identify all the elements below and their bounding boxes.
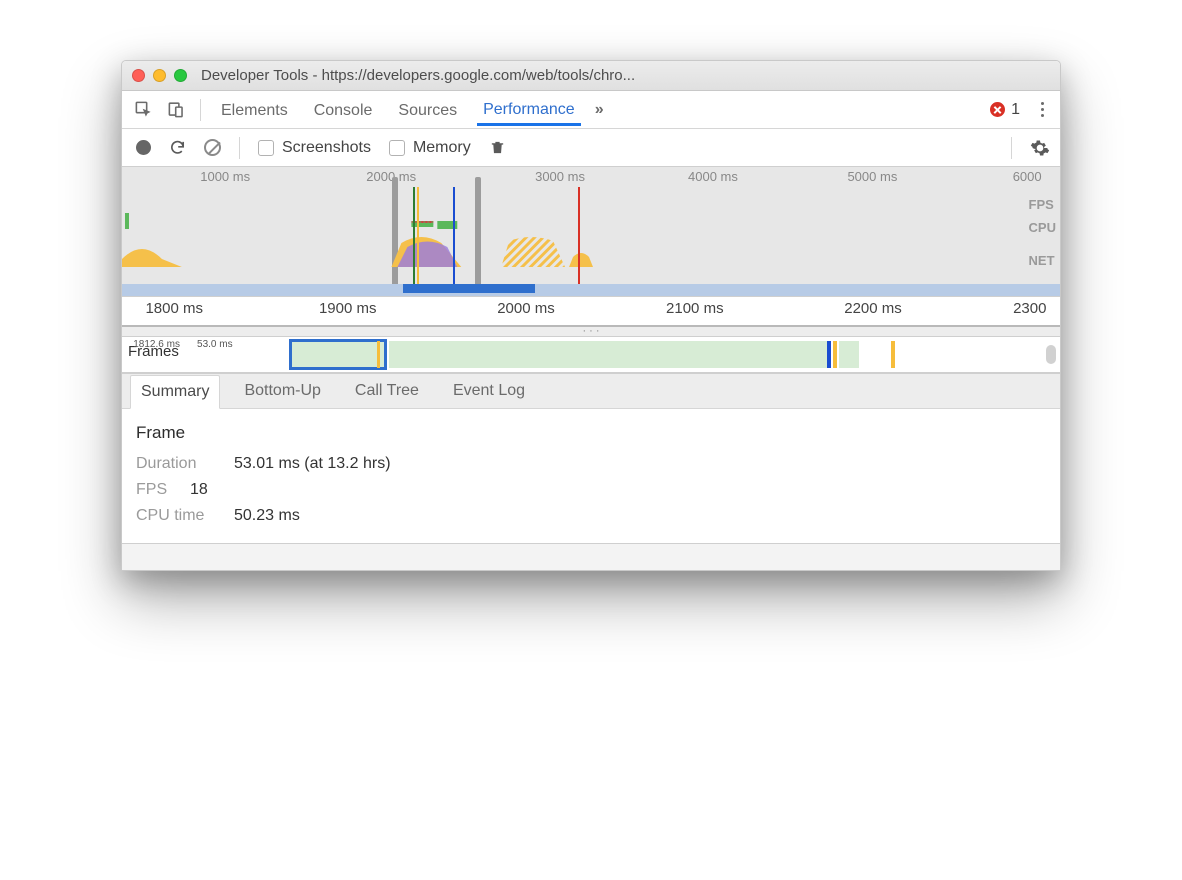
frame-time-label: 53.0 ms — [197, 339, 233, 350]
range-handle-left[interactable] — [392, 177, 398, 286]
devtools-menu-button[interactable] — [1034, 102, 1050, 117]
detail-row: CPU time 50.23 ms — [136, 507, 1046, 525]
summary-pane: Frame Duration 53.01 ms (at 13.2 hrs) FP… — [122, 409, 1060, 544]
error-count-badge[interactable]: 1 — [990, 101, 1020, 119]
ruler-tick: 2000 ms — [497, 300, 555, 317]
ruler-tick: 1800 ms — [145, 300, 203, 317]
separator — [1011, 137, 1012, 159]
row-resize-handle[interactable]: · · · — [122, 327, 1060, 337]
clear-button[interactable] — [204, 139, 221, 156]
tab-elements[interactable]: Elements — [215, 94, 294, 126]
minimize-window-button[interactable] — [153, 69, 166, 82]
traffic-lights — [132, 69, 187, 82]
frame-chip — [833, 341, 837, 368]
ov-tick: 3000 ms — [535, 169, 585, 184]
ov-tick: 4000 ms — [688, 169, 738, 184]
overview-fps-lane — [122, 197, 1060, 231]
frame-block[interactable] — [839, 341, 860, 368]
detail-title: Frame — [136, 423, 1046, 443]
ov-tick: 6000 — [1013, 169, 1042, 184]
detail-key: CPU time — [136, 507, 220, 525]
separator — [200, 99, 201, 121]
screenshots-checkbox[interactable]: Screenshots — [258, 139, 371, 157]
marker-line — [453, 187, 455, 286]
window-titlebar: Developer Tools - https://developers.goo… — [122, 61, 1060, 91]
ruler-tick: 1900 ms — [319, 300, 377, 317]
screenshots-label: Screenshots — [282, 139, 371, 157]
frame-chip — [377, 341, 380, 368]
more-tabs-button[interactable]: » — [595, 101, 604, 119]
marker-line — [578, 187, 580, 286]
error-icon — [990, 102, 1005, 117]
record-button[interactable] — [136, 140, 151, 155]
tab-summary[interactable]: Summary — [130, 375, 220, 409]
window-title: Developer Tools - https://developers.goo… — [201, 67, 635, 84]
overview-ticks: 1000 ms 2000 ms 3000 ms 4000 ms 5000 ms … — [122, 167, 1060, 189]
devtools-tab-bar: Elements Console Sources Performance » 1 — [122, 91, 1060, 129]
detail-row: FPS 18 — [136, 481, 1046, 499]
vertical-scrollbar-thumb[interactable] — [1046, 345, 1056, 364]
close-window-button[interactable] — [132, 69, 145, 82]
tab-call-tree[interactable]: Call Tree — [345, 374, 429, 408]
ov-tick: 5000 ms — [847, 169, 897, 184]
cpu-label: CPU — [1029, 220, 1056, 235]
error-count: 1 — [1011, 101, 1020, 119]
tab-sources[interactable]: Sources — [392, 94, 463, 126]
frames-row[interactable]: Frames 1812.6 ms 53.0 ms 250.2 ms — [122, 337, 1060, 373]
overview-lane-labels: FPS CPU NET — [1029, 197, 1056, 268]
ruler-tick: 2200 ms — [844, 300, 902, 317]
tab-bottom-up[interactable]: Bottom-Up — [234, 374, 330, 408]
detail-value: 18 — [190, 481, 208, 499]
memory-checkbox[interactable]: Memory — [389, 139, 471, 157]
frame-time-label: 1812.6 ms — [133, 339, 180, 350]
detail-key: FPS — [136, 481, 176, 499]
net-label: NET — [1029, 253, 1056, 268]
timeline-overview[interactable]: 1000 ms 2000 ms 3000 ms 4000 ms 5000 ms … — [122, 167, 1060, 297]
selected-frame[interactable] — [289, 339, 387, 370]
checkbox-icon — [389, 140, 405, 156]
garbage-collect-button[interactable] — [489, 139, 506, 156]
memory-label: Memory — [413, 139, 471, 157]
detail-ruler[interactable]: 1800 ms 1900 ms 2000 ms 2100 ms 2200 ms … — [122, 297, 1060, 327]
frame-chip — [891, 341, 895, 368]
range-handle-right[interactable] — [475, 177, 481, 286]
capture-settings-button[interactable] — [1030, 138, 1050, 158]
detail-tab-bar: Summary Bottom-Up Call Tree Event Log — [122, 373, 1060, 409]
toggle-device-toolbar-icon[interactable] — [167, 100, 186, 119]
fps-label: FPS — [1029, 197, 1056, 212]
devtools-window: Developer Tools - https://developers.goo… — [121, 60, 1061, 571]
frame-block[interactable] — [389, 341, 828, 368]
ov-tick: 1000 ms — [200, 169, 250, 184]
reload-profile-button[interactable] — [169, 139, 186, 156]
footer-bar — [122, 544, 1060, 570]
tab-console[interactable]: Console — [308, 94, 379, 126]
checkbox-icon — [258, 140, 274, 156]
inspect-element-icon[interactable] — [134, 100, 153, 119]
marker-line — [413, 187, 415, 286]
tab-performance[interactable]: Performance — [477, 93, 581, 126]
detail-value: 50.23 ms — [234, 507, 300, 525]
overview-net-lane — [122, 284, 1060, 296]
separator — [239, 137, 240, 159]
tab-event-log[interactable]: Event Log — [443, 374, 535, 408]
zoom-window-button[interactable] — [174, 69, 187, 82]
ruler-tick: 2300 — [1013, 300, 1046, 317]
detail-value: 53.01 ms (at 13.2 hrs) — [234, 455, 391, 473]
detail-key: Duration — [136, 455, 220, 473]
detail-row: Duration 53.01 ms (at 13.2 hrs) — [136, 455, 1046, 473]
ruler-tick: 2100 ms — [666, 300, 724, 317]
performance-toolbar: Screenshots Memory — [122, 129, 1060, 167]
marker-line — [417, 187, 419, 286]
overview-cpu-lane — [122, 233, 1060, 267]
